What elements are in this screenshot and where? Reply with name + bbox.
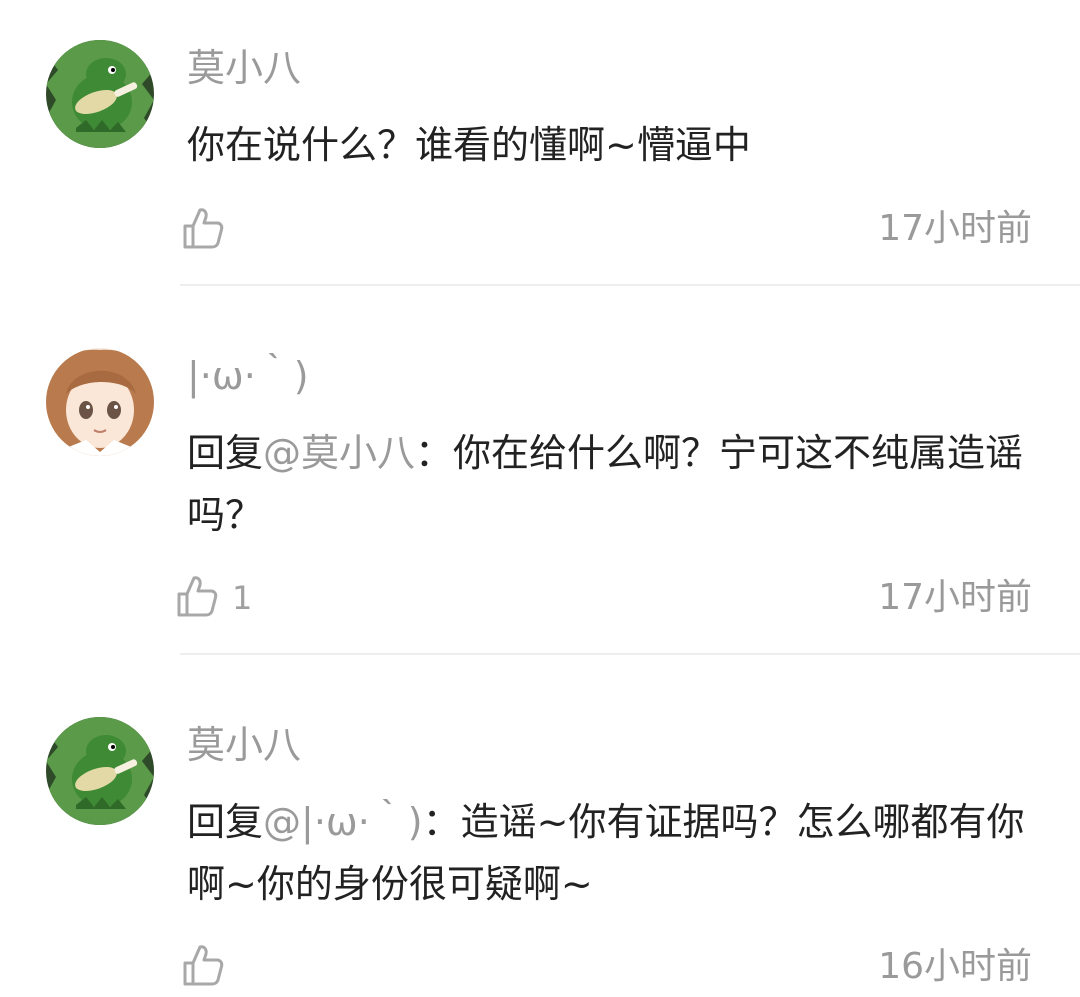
- comment-time: 17小时前: [878, 577, 1032, 618]
- like-button[interactable]: [182, 206, 224, 254]
- dinosaur-avatar[interactable]: [46, 717, 154, 825]
- like-count: 1: [232, 579, 253, 617]
- comment-item: 莫小八 你在说什么？谁看的懂啊~懵逼中 17小时前: [0, 0, 1080, 285]
- thumbs-up-icon: [176, 574, 218, 622]
- comment-text: 你在说什么？谁看的懂啊~懵逼中: [187, 114, 1047, 176]
- thumbs-up-icon: [182, 943, 224, 991]
- reply-prefix: 回复: [187, 800, 264, 844]
- comment-body: 你在说什么？谁看的懂啊~懵逼中: [187, 123, 751, 167]
- mention-link[interactable]: @莫小八: [263, 431, 415, 475]
- anime-girl-avatar[interactable]: [46, 348, 154, 456]
- comment-username[interactable]: |·ω·｀): [187, 352, 309, 400]
- like-button[interactable]: [182, 943, 224, 991]
- mention-link[interactable]: @|·ω·｀): [263, 800, 423, 844]
- comment-text: 回复@莫小八：你在给什么啊？宁可这不纯属造谣吗？: [187, 422, 1047, 546]
- reply-prefix: 回复: [187, 431, 264, 475]
- comment-item: |·ω·｀) 回复@莫小八：你在给什么啊？宁可这不纯属造谣吗？ 1 17小时前: [0, 286, 1080, 654]
- comment-username[interactable]: 莫小八: [187, 44, 301, 92]
- comment-item: 莫小八 回复@|·ω·｀)：造谣~你有证据吗？怎么哪都有你啊~你的身份很可疑啊~…: [0, 655, 1080, 997]
- comment-text: 回复@|·ω·｀)：造谣~你有证据吗？怎么哪都有你啊~你的身份很可疑啊~: [187, 791, 1047, 915]
- comment-username[interactable]: 莫小八: [187, 721, 301, 769]
- comment-time: 17小时前: [878, 208, 1032, 249]
- dinosaur-avatar[interactable]: [46, 40, 154, 148]
- like-button[interactable]: 1: [176, 574, 252, 622]
- thumbs-up-icon: [182, 206, 224, 254]
- comment-time: 16小时前: [878, 946, 1032, 987]
